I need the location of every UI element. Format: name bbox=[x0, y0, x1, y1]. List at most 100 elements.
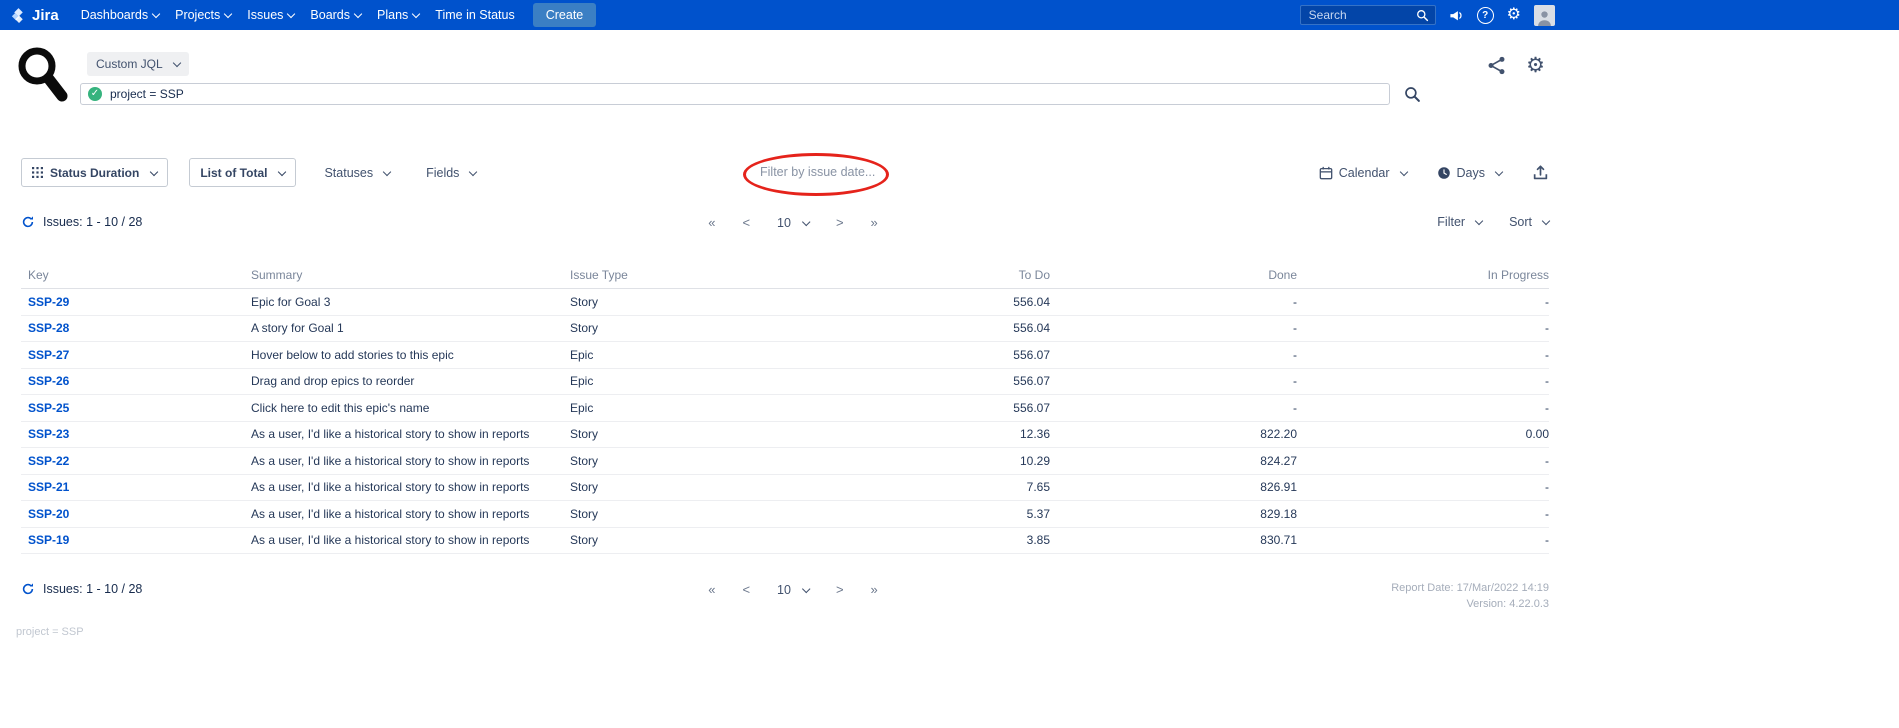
issue-key-link[interactable]: SSP-29 bbox=[28, 295, 251, 309]
issue-key-link[interactable]: SSP-26 bbox=[28, 374, 251, 388]
cell-in-progress: - bbox=[1297, 374, 1549, 388]
cell-issue-type: Story bbox=[570, 507, 806, 521]
cell-to-do: 5.37 bbox=[806, 507, 1050, 521]
help-icon[interactable]: ? bbox=[1477, 7, 1494, 24]
cell-to-do: 12.36 bbox=[806, 427, 1050, 441]
chevron-down-icon bbox=[224, 10, 232, 18]
sort-dropdown[interactable]: Sort bbox=[1509, 215, 1549, 229]
filter-dropdown[interactable]: Filter bbox=[1437, 215, 1482, 229]
announcement-icon[interactable] bbox=[1449, 8, 1464, 23]
table-row: SSP-26Drag and drop epics to reorderEpic… bbox=[21, 369, 1549, 396]
calendar-dropdown[interactable]: Calendar bbox=[1319, 166, 1407, 180]
nav-item-dashboards[interactable]: Dashboards bbox=[73, 8, 167, 22]
view-type-dropdown[interactable]: List of Total bbox=[189, 158, 296, 187]
last-page-button[interactable]: » bbox=[871, 215, 878, 230]
nav-item-boards[interactable]: Boards bbox=[302, 8, 369, 22]
table-row: SSP-22As a user, I'd like a historical s… bbox=[21, 448, 1549, 475]
cell-to-do: 556.07 bbox=[806, 348, 1050, 362]
toolbar-right-group: Calendar Days bbox=[1319, 164, 1549, 181]
cell-to-do: 556.04 bbox=[806, 321, 1050, 335]
list-bar-top: Issues: 1 - 10 / 28 « < 10 > » Filter So… bbox=[0, 215, 1565, 237]
cell-to-do: 556.04 bbox=[806, 295, 1050, 309]
cell-done: 822.20 bbox=[1050, 427, 1297, 441]
issue-key-link[interactable]: SSP-20 bbox=[28, 507, 251, 521]
query-header: Custom JQL ✓ project = SSP ⚙ bbox=[0, 30, 1565, 132]
issue-key-link[interactable]: SSP-28 bbox=[28, 321, 251, 335]
next-page-button[interactable]: > bbox=[836, 582, 844, 597]
issue-date-filter-input[interactable]: Filter by issue date... bbox=[760, 165, 875, 179]
nav-item-time-in-status[interactable]: Time in Status bbox=[427, 8, 522, 22]
report-meta: Report Date: 17/Mar/2022 14:19 Version: … bbox=[1391, 580, 1549, 612]
gear-icon[interactable]: ⚙ bbox=[1507, 7, 1521, 23]
header-actions: ⚙ bbox=[1487, 56, 1545, 75]
issues-count: Issues: 1 - 10 / 28 bbox=[43, 215, 142, 229]
issue-key-link[interactable]: SSP-19 bbox=[28, 533, 251, 547]
chevron-down-icon bbox=[172, 59, 180, 67]
table-row: SSP-28A story for Goal 1Story556.04-- bbox=[21, 316, 1549, 343]
jql-mode-dropdown[interactable]: Custom JQL bbox=[87, 52, 189, 76]
issue-key-link[interactable]: SSP-21 bbox=[28, 480, 251, 494]
pagination-top: « < 10 > » bbox=[708, 215, 878, 230]
calendar-label: Calendar bbox=[1339, 166, 1390, 180]
run-search-icon[interactable] bbox=[1404, 86, 1421, 103]
next-page-button[interactable]: > bbox=[836, 215, 844, 230]
nav-item-projects[interactable]: Projects bbox=[167, 8, 239, 22]
calendar-icon bbox=[1319, 166, 1333, 180]
column-header-key: Key bbox=[28, 268, 251, 282]
nav-search-input[interactable] bbox=[1307, 7, 1416, 23]
create-button[interactable]: Create bbox=[533, 3, 597, 27]
cell-issue-type: Epic bbox=[570, 348, 806, 362]
cell-summary: As a user, I'd like a historical story t… bbox=[251, 507, 570, 521]
table-header: Key Summary Issue Type To Do Done In Pro… bbox=[21, 261, 1549, 289]
nav-search[interactable] bbox=[1300, 5, 1436, 25]
issue-key-link[interactable]: SSP-25 bbox=[28, 401, 251, 415]
chevron-down-icon bbox=[287, 10, 295, 18]
share-icon[interactable] bbox=[1487, 56, 1506, 75]
page-settings-gear-icon[interactable]: ⚙ bbox=[1526, 58, 1545, 74]
refresh-icon[interactable] bbox=[21, 215, 35, 229]
export-icon[interactable] bbox=[1532, 164, 1549, 181]
cell-in-progress: - bbox=[1297, 507, 1549, 521]
page-size-dropdown[interactable]: 10 bbox=[777, 216, 809, 230]
prev-page-button[interactable]: < bbox=[742, 582, 750, 597]
report-type-dropdown[interactable]: Status Duration bbox=[21, 158, 168, 187]
page-size-dropdown[interactable]: 10 bbox=[777, 583, 809, 597]
nav-item-issues[interactable]: Issues bbox=[239, 8, 302, 22]
statuses-dropdown[interactable]: Statuses bbox=[324, 166, 390, 180]
cell-issue-type: Story bbox=[570, 295, 806, 309]
cell-summary: Hover below to add stories to this epic bbox=[251, 348, 570, 362]
brand-name: Jira bbox=[32, 7, 59, 24]
cell-in-progress: - bbox=[1297, 348, 1549, 362]
chevron-down-icon bbox=[1495, 167, 1503, 175]
user-avatar[interactable] bbox=[1534, 5, 1555, 26]
nav-item-label: Plans bbox=[377, 8, 408, 22]
jira-logo[interactable]: Jira bbox=[10, 7, 59, 24]
issue-key-link[interactable]: SSP-27 bbox=[28, 348, 251, 362]
cell-in-progress: - bbox=[1297, 295, 1549, 309]
first-page-button[interactable]: « bbox=[708, 215, 715, 230]
cell-in-progress: 0.00 bbox=[1297, 427, 1549, 441]
report-date: Report Date: 17/Mar/2022 14:19 bbox=[1391, 580, 1549, 596]
nav-item-plans[interactable]: Plans bbox=[369, 8, 427, 22]
report-version: Version: 4.22.0.3 bbox=[1391, 596, 1549, 612]
column-header-issue-type: Issue Type bbox=[570, 268, 806, 282]
issue-key-link[interactable]: SSP-22 bbox=[28, 454, 251, 468]
last-page-button[interactable]: » bbox=[871, 582, 878, 597]
cell-done: 826.91 bbox=[1050, 480, 1297, 494]
time-unit-dropdown[interactable]: Days bbox=[1437, 166, 1502, 180]
issue-key-link[interactable]: SSP-23 bbox=[28, 427, 251, 441]
chevron-down-icon bbox=[152, 10, 160, 18]
fields-label: Fields bbox=[426, 166, 459, 180]
refresh-icon[interactable] bbox=[21, 582, 35, 596]
issues-count: Issues: 1 - 10 / 28 bbox=[43, 582, 142, 596]
chevron-down-icon bbox=[802, 584, 810, 592]
fields-dropdown[interactable]: Fields bbox=[426, 166, 476, 180]
first-page-button[interactable]: « bbox=[708, 582, 715, 597]
issues-table-body: SSP-29Epic for Goal 3Story556.04--SSP-28… bbox=[21, 289, 1549, 554]
cell-to-do: 7.65 bbox=[806, 480, 1050, 494]
cell-done: - bbox=[1050, 401, 1297, 415]
jql-input[interactable]: ✓ project = SSP bbox=[80, 83, 1390, 105]
prev-page-button[interactable]: < bbox=[742, 215, 750, 230]
cell-in-progress: - bbox=[1297, 454, 1549, 468]
jql-text: project = SSP bbox=[110, 87, 184, 101]
